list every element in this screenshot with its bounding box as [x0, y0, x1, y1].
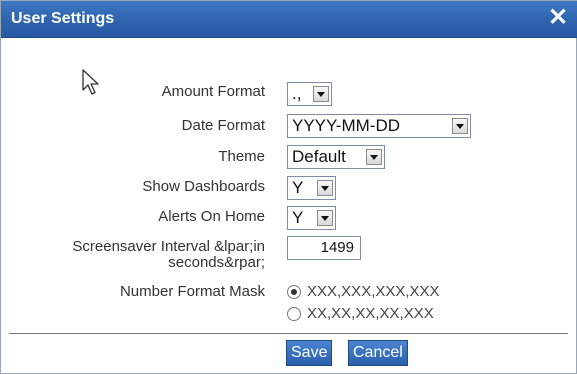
dialog-title: User Settings [11, 10, 115, 27]
chevron-down-icon[interactable] [313, 86, 329, 102]
dialog-titlebar[interactable]: User Settings ✕ [1, 1, 577, 38]
save-button[interactable]: Save [286, 340, 333, 366]
theme-select[interactable]: Default [287, 145, 385, 169]
footer-divider [9, 333, 568, 334]
show-dashboards-select[interactable]: Y [287, 176, 336, 200]
theme-label: Theme [218, 148, 265, 165]
show-dashboards-label: Show Dashboards [142, 178, 265, 195]
number-format-option-2-label: XX,XX,XX,XX,XXX [307, 305, 434, 322]
number-format-option-1-label: XXX,XXX,XXX,XXX [307, 283, 440, 300]
date-format-label: Date Format [181, 117, 265, 134]
show-dashboards-value: Y [292, 178, 304, 197]
user-settings-dialog: User Settings ✕ Amount Format ., Date Fo… [0, 0, 577, 374]
radio-unchecked-icon[interactable] [287, 307, 301, 321]
close-icon[interactable]: ✕ [546, 5, 570, 31]
theme-value: Default [292, 147, 346, 166]
amount-format-select[interactable]: ., [287, 82, 332, 106]
mouse-pointer-icon [82, 69, 99, 95]
amount-format-value: ., [292, 84, 302, 103]
alerts-on-home-select[interactable]: Y [287, 206, 336, 230]
radio-checked-icon[interactable] [287, 285, 301, 299]
amount-format-label: Amount Format [161, 83, 265, 100]
alerts-on-home-label: Alerts On Home [158, 208, 265, 225]
chevron-down-icon[interactable] [317, 210, 333, 226]
cancel-button[interactable]: Cancel [348, 340, 408, 366]
alerts-on-home-value: Y [292, 208, 304, 227]
chevron-down-icon[interactable] [317, 180, 333, 196]
screensaver-interval-label: Screensaver Interval &lpar;in seconds&rp… [72, 238, 265, 271]
chevron-down-icon[interactable] [452, 118, 468, 134]
date-format-select[interactable]: YYYY-MM-DD [287, 114, 471, 138]
date-format-value: YYYY-MM-DD [292, 116, 400, 135]
number-format-mask-label: Number Format Mask [119, 283, 265, 300]
screensaver-interval-input[interactable]: 1499 [287, 236, 361, 260]
chevron-down-icon[interactable] [366, 149, 382, 165]
